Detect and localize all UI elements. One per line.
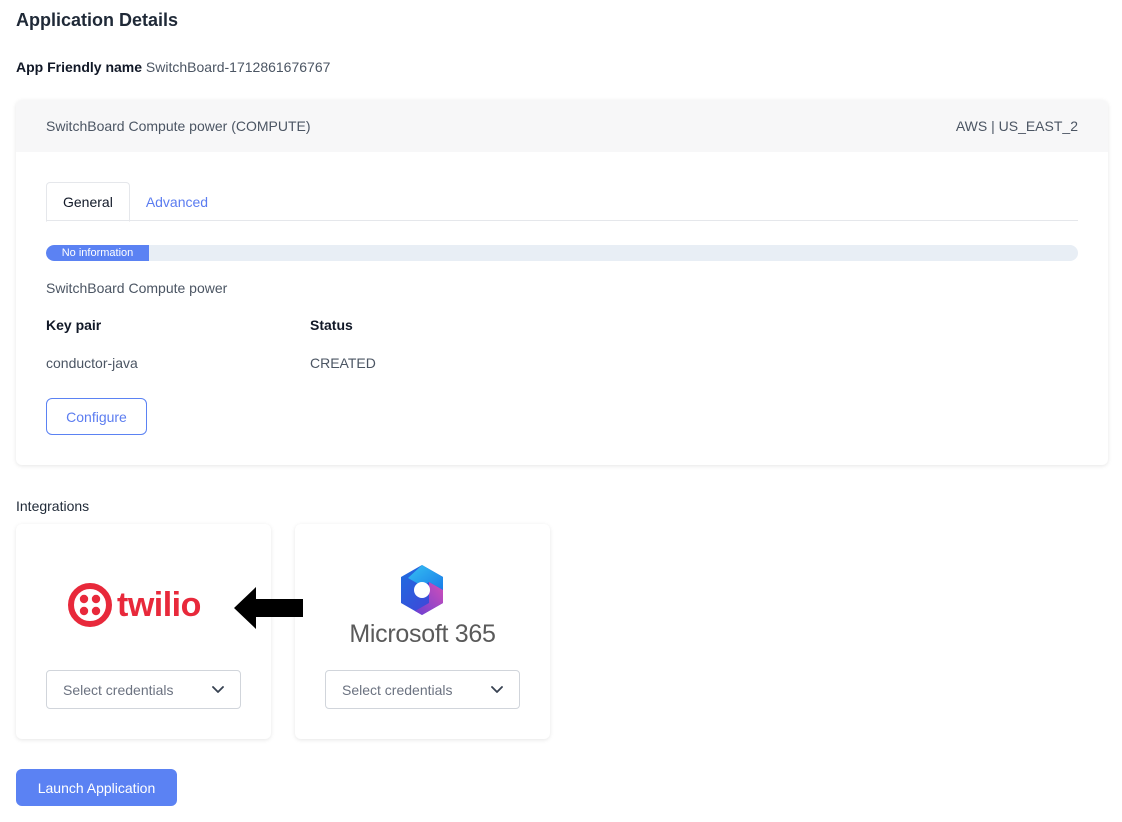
microsoft-365-credentials-select[interactable]: Select credentials (325, 670, 520, 709)
info-progress-bar: No information (46, 245, 1078, 261)
configure-button[interactable]: Configure (46, 398, 147, 435)
integrations-title: Integrations (16, 498, 90, 514)
twilio-wordmark: twilio (117, 585, 201, 624)
microsoft-365-logo-icon (401, 565, 443, 615)
status-label: Status (310, 317, 353, 333)
tab-advanced[interactable]: Advanced (130, 182, 224, 221)
friendly-name-label: App Friendly name (16, 59, 143, 75)
key-pair-label: Key pair (46, 317, 102, 333)
integration-card-twilio: twilio Select credentials (16, 524, 271, 739)
progress-fill: No information (46, 245, 149, 261)
page-title: Application Details (16, 10, 179, 30)
resource-name: SwitchBoard Compute power (COMPUTE) (46, 118, 311, 134)
chevron-down-icon (491, 685, 503, 693)
status-value: CREATED (310, 355, 376, 371)
left-arrow-icon (234, 587, 303, 629)
twilio-logo: twilio (67, 582, 201, 628)
launch-application-button[interactable]: Launch Application (16, 769, 177, 806)
key-pair-value: conductor-java (46, 355, 138, 371)
integration-card-microsoft-365: Microsoft 365 Select credentials (295, 524, 550, 739)
select-placeholder: Select credentials (63, 681, 174, 698)
tab-general[interactable]: General (46, 182, 130, 222)
resource-description: SwitchBoard Compute power (46, 280, 228, 296)
resource-region: AWS | US_EAST_2 (955, 118, 1078, 134)
resource-card: SwitchBoard Compute power (COMPUTE) AWS … (16, 100, 1108, 465)
twilio-credentials-select[interactable]: Select credentials (46, 670, 241, 709)
twilio-logo-icon (68, 583, 112, 627)
resource-card-header: SwitchBoard Compute power (COMPUTE) AWS … (16, 100, 1108, 152)
chevron-down-icon (212, 685, 224, 693)
friendly-name-value: SwitchBoard-1712861676767 (145, 59, 331, 75)
app-friendly-name: App Friendly name SwitchBoard-1712861676… (16, 59, 330, 75)
microsoft-365-wordmark: Microsoft 365 (349, 620, 496, 648)
select-placeholder: Select credentials (342, 681, 453, 698)
tab-bar: General Advanced (46, 182, 1078, 222)
